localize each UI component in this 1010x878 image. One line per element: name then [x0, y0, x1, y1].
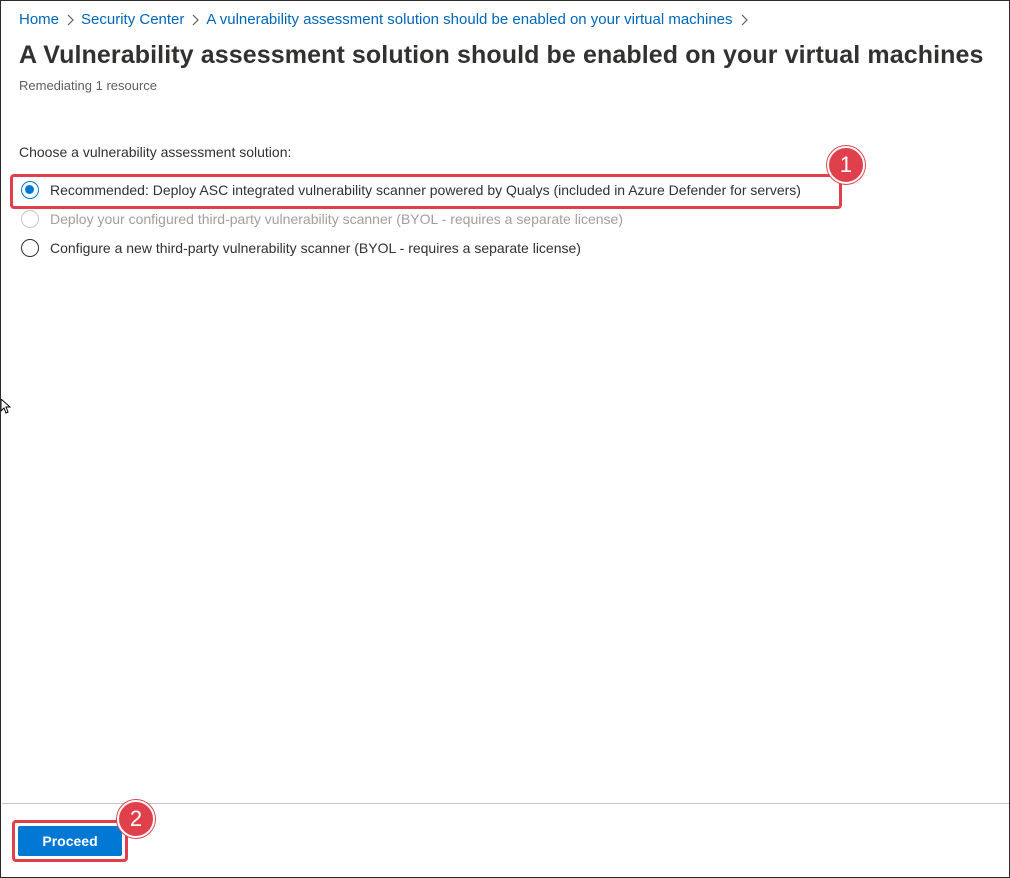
footer-divider: [2, 803, 1009, 804]
chevron-right-icon: [59, 11, 81, 28]
option-label: Configure a new third-party vulnerabilit…: [50, 240, 581, 256]
radio-selected-icon[interactable]: [21, 181, 39, 199]
page-title: A Vulnerability assessment solution shou…: [19, 41, 984, 69]
breadcrumb: Home Security Center A vulnerability ass…: [19, 11, 755, 28]
option-qualys-recommended[interactable]: Recommended: Deploy ASC integrated vulne…: [21, 181, 801, 199]
solution-question-label: Choose a vulnerability assessment soluti…: [19, 144, 292, 160]
option-new-third-party[interactable]: Configure a new third-party vulnerabilit…: [21, 239, 581, 257]
radio-unselected-icon[interactable]: [21, 239, 39, 257]
option-label: Deploy your configured third-party vulne…: [50, 211, 623, 227]
radio-disabled-icon: [21, 210, 39, 228]
annotation-badge-step1: 1: [827, 146, 865, 184]
proceed-button[interactable]: Proceed: [18, 826, 122, 856]
option-label: Recommended: Deploy ASC integrated vulne…: [50, 182, 801, 198]
option-configured-third-party: Deploy your configured third-party vulne…: [21, 210, 623, 228]
breadcrumb-security-center[interactable]: Security Center: [81, 11, 184, 28]
breadcrumb-home[interactable]: Home: [19, 11, 59, 28]
blade-frame: Home Security Center A vulnerability ass…: [0, 0, 1010, 878]
annotation-badge-step2: 2: [117, 800, 155, 838]
chevron-right-icon: [184, 11, 206, 28]
breadcrumb-recommendation[interactable]: A vulnerability assessment solution shou…: [206, 11, 732, 28]
page-subtitle: Remediating 1 resource: [19, 78, 158, 93]
chevron-right-icon: [733, 11, 755, 28]
mouse-cursor-icon: [0, 397, 12, 420]
